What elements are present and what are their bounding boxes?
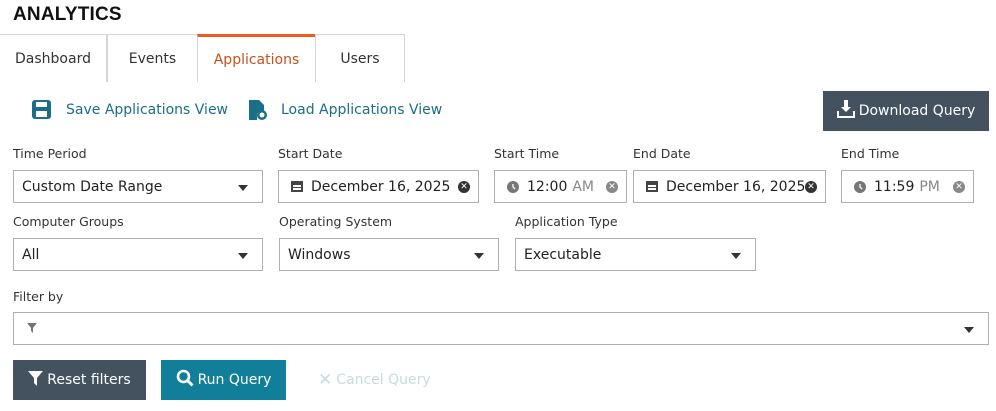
filter-icon <box>27 321 37 337</box>
computer-groups-label: Computer Groups <box>13 214 124 229</box>
start-date-input[interactable]: December 16, 2025 ✕ <box>278 170 479 203</box>
end-time-input[interactable]: 11:59 PM ✕ <box>841 170 974 203</box>
filter-by-label: Filter by <box>13 289 64 304</box>
app-type-label: Application Type <box>515 214 618 229</box>
cancel-query-label: Cancel Query <box>336 372 431 388</box>
clear-icon[interactable]: ✕ <box>458 181 470 193</box>
calendar-icon <box>646 181 658 192</box>
chevron-down-icon <box>964 327 974 333</box>
tab-applications[interactable]: Applications <box>197 34 316 82</box>
end-time-ampm: PM <box>919 178 940 195</box>
end-time-label: End Time <box>841 146 900 161</box>
time-period-value: Custom Date Range <box>22 178 163 195</box>
chevron-down-icon <box>731 253 741 259</box>
chevron-down-icon <box>238 253 248 259</box>
clear-icon[interactable]: ✕ <box>953 181 965 193</box>
time-period-label: Time Period <box>13 146 87 161</box>
page-title: ANALYTICS <box>13 4 122 25</box>
download-query-label: Download Query <box>858 103 976 119</box>
os-value: Windows <box>288 246 351 263</box>
app-type-select[interactable]: Executable <box>515 238 756 271</box>
os-label: Operating System <box>279 214 393 229</box>
run-query-button[interactable]: Run Query <box>161 360 286 400</box>
start-time-ampm: AM <box>572 178 595 195</box>
chevron-down-icon <box>474 253 484 259</box>
start-time-input[interactable]: 12:00 AM ✕ <box>494 170 627 203</box>
computer-groups-select[interactable]: All <box>13 238 263 271</box>
run-query-label: Run Query <box>197 372 272 388</box>
save-icon <box>32 100 51 119</box>
clear-icon[interactable]: ✕ <box>606 181 618 193</box>
chevron-down-icon <box>238 185 248 191</box>
search-icon <box>176 369 194 391</box>
filter-input[interactable] <box>13 312 989 345</box>
filter-reset-icon <box>28 370 44 390</box>
close-icon: ✕ <box>318 370 333 390</box>
load-file-icon <box>249 100 267 120</box>
os-select[interactable]: Windows <box>279 238 499 271</box>
save-view-button[interactable]: Save Applications View <box>32 100 228 119</box>
tab-users[interactable]: Users <box>315 34 405 82</box>
clock-icon <box>854 180 866 193</box>
download-query-button[interactable]: Download Query <box>823 91 989 131</box>
save-view-label: Save Applications View <box>66 101 229 118</box>
time-period-select[interactable]: Custom Date Range <box>13 170 263 203</box>
reset-filters-button[interactable]: Reset filters <box>13 360 146 400</box>
start-date-label: Start Date <box>278 146 343 161</box>
app-type-value: Executable <box>524 246 602 263</box>
computer-groups-value: All <box>22 246 40 263</box>
load-view-button[interactable]: Load Applications View <box>249 100 442 120</box>
cancel-query-button[interactable]: ✕ Cancel Query <box>318 360 433 400</box>
end-date-input[interactable]: December 16, 2025 ✕ <box>633 170 826 203</box>
start-date-value: December 16, 2025 <box>311 178 451 195</box>
start-time-label: Start Time <box>494 146 560 161</box>
download-icon <box>836 100 855 122</box>
tab-dashboard[interactable]: Dashboard <box>0 34 107 82</box>
clock-icon <box>507 180 519 193</box>
tab-events[interactable]: Events <box>107 34 198 82</box>
end-date-label: End Date <box>633 146 691 161</box>
end-date-value: December 16, 2025 <box>666 178 806 195</box>
load-view-label: Load Applications View <box>281 102 443 118</box>
end-time-value: 11:59 <box>874 178 915 195</box>
calendar-icon <box>291 181 303 192</box>
start-time-value: 12:00 <box>527 178 568 195</box>
reset-filters-label: Reset filters <box>47 372 131 388</box>
clear-icon[interactable]: ✕ <box>805 181 817 193</box>
